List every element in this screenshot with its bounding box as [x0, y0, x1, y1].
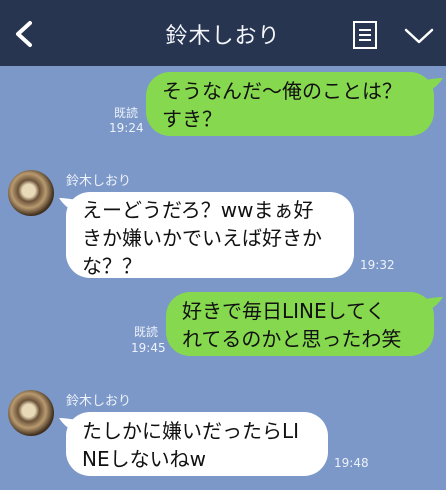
message-bubble-sent[interactable]: 好きで毎日LINEしてく れてるのかと思ったわ笑 — [166, 292, 434, 356]
message-text: 好きで毎日LINEしてく れてるのかと思ったわ笑 — [182, 299, 402, 351]
chat-title: 鈴木しおり — [165, 24, 281, 49]
sender-name: 鈴木しおり — [66, 174, 132, 189]
message-time: 19:24 — [109, 121, 144, 135]
message-text: そうなんだ〜俺のことは？ すき？ — [162, 79, 402, 131]
message-bubble-received[interactable]: えーどうだろ？wwまぁ好 きか嫌いかでいえば好きか な？？ — [66, 192, 354, 278]
message-bubble-sent[interactable]: そうなんだ〜俺のことは？ すき？ — [146, 72, 434, 136]
avatar[interactable] — [8, 390, 54, 436]
message-text: たしかに嫌いだったらLI NEしないねw — [82, 419, 300, 471]
chat-header: 鈴木しおり — [0, 0, 446, 66]
message-list[interactable]: 既読 19:24 そうなんだ〜俺のことは？ すき？ 鈴木しおり えーどうだろ？w… — [0, 66, 446, 490]
message-time: 19:32 — [360, 258, 395, 272]
message-time: 19:48 — [334, 456, 369, 470]
read-receipt: 既読 — [113, 106, 138, 120]
bubble-tail — [426, 297, 443, 311]
avatar[interactable] — [8, 170, 54, 216]
notes-icon[interactable] — [352, 20, 378, 50]
read-receipt: 既読 — [133, 325, 158, 339]
bubble-tail — [426, 78, 443, 92]
message-text: えーどうだろ？wwまぁ好 きか嫌いかでいえば好きか な？？ — [82, 198, 322, 278]
message-time: 19:45 — [131, 341, 166, 355]
chevron-down-icon[interactable] — [404, 26, 434, 46]
message-bubble-received[interactable]: たしかに嫌いだったらLI NEしないねw — [66, 412, 328, 476]
sender-name: 鈴木しおり — [66, 394, 132, 409]
